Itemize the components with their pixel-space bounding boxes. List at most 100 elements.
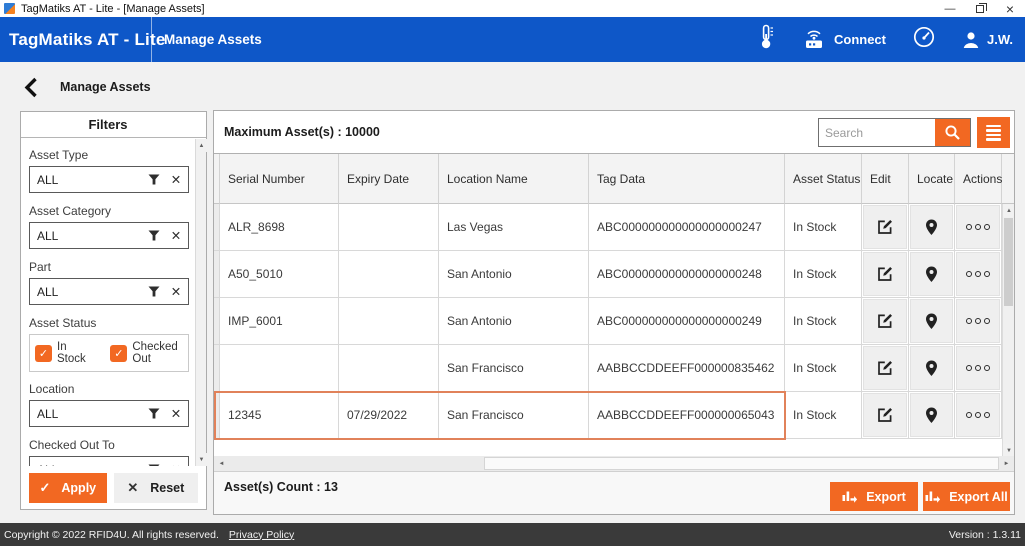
column-header[interactable]: Tag Data bbox=[589, 154, 785, 204]
export-all-button[interactable]: Export All bbox=[923, 482, 1010, 511]
filter-dropdown-value: ALL bbox=[30, 173, 144, 187]
restore-icon bbox=[976, 5, 984, 13]
privacy-policy-link[interactable]: Privacy Policy bbox=[229, 529, 294, 541]
cell-serial-number: ALR_8698 bbox=[220, 204, 339, 251]
filter-dropdowns-a: Asset Type ALL ✕ Asset Category ALL ✕ Pa… bbox=[29, 148, 189, 305]
filter-funnel-icon[interactable] bbox=[144, 230, 164, 241]
user-menu[interactable]: J.W. bbox=[962, 31, 1013, 49]
filter-dropdown[interactable]: ALL ✕ bbox=[29, 222, 189, 249]
horizontal-scrollbar[interactable]: ◄ ► bbox=[214, 456, 1014, 471]
cell-location-name: San Francisco bbox=[439, 392, 589, 439]
filter-clear-icon[interactable]: ✕ bbox=[164, 228, 188, 243]
connect-button[interactable]: Connect bbox=[801, 30, 886, 50]
filter-clear-icon[interactable]: ✕ bbox=[164, 172, 188, 187]
column-header[interactable]: Location Name bbox=[439, 154, 589, 204]
column-header[interactable]: Edit bbox=[862, 154, 909, 204]
scroll-left-icon[interactable]: ◄ bbox=[214, 456, 229, 471]
max-assets-label: Maximum Asset(s) : 10000 bbox=[224, 125, 380, 139]
more-actions-icon bbox=[966, 365, 972, 371]
table-row[interactable]: IMP_6001 San Antonio ABC0000000000000000… bbox=[214, 298, 1014, 345]
search-button[interactable] bbox=[935, 119, 970, 146]
actions-button[interactable] bbox=[956, 299, 1000, 343]
table-row[interactable]: ALR_8698 Las Vegas ABC000000000000000000… bbox=[214, 204, 1014, 251]
edit-button[interactable] bbox=[863, 205, 907, 249]
apply-button[interactable]: ✓ Apply bbox=[29, 473, 107, 503]
actions-button[interactable] bbox=[956, 252, 1000, 296]
more-actions-icon bbox=[966, 412, 972, 418]
cell-tag-data: ABC000000000000000000248 bbox=[589, 251, 785, 298]
horizontal-scrollbar-thumb[interactable] bbox=[484, 457, 999, 470]
actions-button[interactable] bbox=[956, 205, 1000, 249]
scroll-down-icon[interactable]: ▼ bbox=[1003, 444, 1014, 456]
assets-table: Serial Number Expiry Date Location Name … bbox=[214, 153, 1014, 456]
filter-dropdown[interactable]: ALL ✕ bbox=[29, 456, 189, 466]
table-row[interactable]: A50_5010 San Antonio ABC0000000000000000… bbox=[214, 251, 1014, 298]
scroll-right-icon[interactable]: ► bbox=[999, 456, 1014, 471]
assets-count-label: Asset(s) Count : 13 bbox=[224, 480, 338, 494]
filter-dropdown[interactable]: ALL ✕ bbox=[29, 278, 189, 305]
column-header[interactable]: Actions bbox=[955, 154, 1002, 204]
app-brand: TagMatiks AT - Lite bbox=[9, 17, 166, 62]
filter-label: Asset Category bbox=[29, 204, 189, 218]
scroll-down-icon[interactable]: ▼ bbox=[196, 453, 207, 466]
checkbox-in-stock[interactable]: ✓ In Stock bbox=[35, 341, 97, 365]
connect-label: Connect bbox=[834, 32, 886, 47]
minimize-button[interactable]: — bbox=[935, 0, 965, 17]
copyright-text: Copyright © 2022 RFID4U. All rights rese… bbox=[4, 529, 219, 541]
locate-button[interactable] bbox=[910, 205, 953, 249]
map-pin-icon bbox=[925, 360, 938, 377]
column-list-button[interactable] bbox=[977, 117, 1010, 148]
gauge-icon[interactable] bbox=[913, 26, 935, 53]
filter-label: Asset Type bbox=[29, 148, 189, 162]
search-input[interactable] bbox=[819, 119, 935, 146]
cell-expiry-date: 07/29/2022 bbox=[339, 392, 439, 439]
actions-button[interactable] bbox=[956, 393, 1000, 437]
column-header[interactable]: Locate bbox=[909, 154, 955, 204]
scroll-up-icon[interactable]: ▲ bbox=[196, 139, 207, 152]
filter-dropdown[interactable]: ALL ✕ bbox=[29, 166, 189, 193]
search-icon bbox=[944, 124, 961, 141]
reader-icon bbox=[801, 30, 827, 50]
locate-button[interactable] bbox=[910, 393, 953, 437]
filter-clear-icon[interactable]: ✕ bbox=[164, 284, 188, 299]
locate-button[interactable] bbox=[910, 299, 953, 343]
filter-funnel-icon[interactable] bbox=[144, 408, 164, 419]
vertical-scrollbar[interactable]: ▲ ▼ bbox=[1002, 204, 1014, 456]
restore-button[interactable] bbox=[965, 0, 995, 17]
map-pin-icon bbox=[925, 266, 938, 283]
column-header[interactable]: Serial Number bbox=[220, 154, 339, 204]
filters-scrollbar[interactable]: ▲ ▼ bbox=[195, 139, 206, 466]
table-row[interactable]: San Francisco AABBCCDDEEFF000000835462 I… bbox=[214, 345, 1014, 392]
column-header[interactable]: Asset Status bbox=[785, 154, 862, 204]
cell-expiry-date bbox=[339, 204, 439, 251]
export-button[interactable]: Export bbox=[830, 482, 918, 511]
edit-button[interactable] bbox=[863, 346, 907, 390]
app-header: TagMatiks AT - Lite Manage Assets Connec… bbox=[0, 17, 1025, 62]
filter-funnel-icon[interactable] bbox=[144, 174, 164, 185]
filter-dropdown[interactable]: ALL ✕ bbox=[29, 400, 189, 427]
user-icon bbox=[962, 31, 980, 49]
filter-funnel-icon[interactable] bbox=[144, 286, 164, 297]
breadcrumb: Manage Assets bbox=[60, 80, 151, 94]
version-label: Version : 1.3.11 bbox=[949, 529, 1021, 541]
edit-button[interactable] bbox=[863, 299, 907, 343]
locate-button[interactable] bbox=[910, 252, 953, 296]
vertical-scrollbar-thumb[interactable] bbox=[1004, 218, 1013, 306]
export-all-icon bbox=[925, 490, 940, 504]
actions-button[interactable] bbox=[956, 346, 1000, 390]
table-row[interactable]: 12345 07/29/2022 San Francisco AABBCCDDE… bbox=[214, 392, 1014, 439]
back-button[interactable] bbox=[24, 77, 38, 98]
column-header[interactable]: Expiry Date bbox=[339, 154, 439, 204]
reset-button[interactable]: ✕ Reset bbox=[114, 473, 198, 503]
cell-location-name: San Francisco bbox=[439, 345, 589, 392]
checkbox-checked-out[interactable]: ✓ Checked Out bbox=[110, 341, 183, 365]
edit-button[interactable] bbox=[863, 252, 907, 296]
temperature-icon[interactable] bbox=[759, 24, 774, 55]
locate-button[interactable] bbox=[910, 346, 953, 390]
scroll-up-icon[interactable]: ▲ bbox=[1003, 204, 1014, 217]
cell-tag-data: AABBCCDDEEFF000000065043 bbox=[589, 392, 785, 439]
close-button[interactable]: × bbox=[995, 0, 1025, 17]
app-footer: Copyright © 2022 RFID4U. All rights rese… bbox=[0, 523, 1025, 546]
edit-button[interactable] bbox=[863, 393, 907, 437]
filter-clear-icon[interactable]: ✕ bbox=[164, 406, 188, 421]
